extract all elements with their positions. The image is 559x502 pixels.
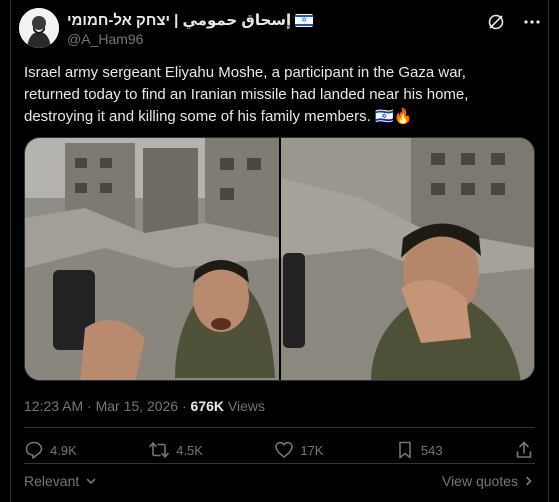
reply-button[interactable]: 4.9K — [24, 440, 77, 460]
media-photo-right[interactable] — [280, 138, 534, 380]
repost-count: 4.5K — [176, 442, 203, 458]
reply-count: 4.9K — [50, 442, 77, 458]
views-count: 676K — [190, 398, 224, 414]
heart-icon — [275, 441, 294, 458]
replies-bar: Relevant View quotes — [24, 473, 534, 489]
reply-icon — [25, 441, 43, 459]
tweet-actions: 4.9K 4.5K 17K 543 — [24, 440, 534, 460]
relevant-label: Relevant — [24, 473, 80, 489]
tweet-text: Israel army sergeant Eliyahu Moshe, a pa… — [24, 64, 469, 125]
bookmark-count: 543 — [420, 442, 443, 458]
bookmark-button[interactable]: 543 — [395, 440, 443, 460]
tweet-meta: 12:23 AM · Mar 15, 2026 · 676K Views — [24, 398, 265, 414]
views-label: Views — [224, 398, 265, 414]
tweet-media[interactable] — [24, 137, 535, 381]
divider-top — [24, 427, 535, 428]
more-options-icon[interactable] — [523, 13, 541, 31]
avatar[interactable] — [19, 8, 59, 48]
grok-icon[interactable] — [487, 13, 505, 31]
relevant-sort-dropdown[interactable]: Relevant — [24, 473, 97, 489]
view-quotes-label: View quotes — [441, 473, 518, 489]
repost-icon — [149, 442, 169, 458]
chevron-down-icon — [86, 478, 96, 485]
author-handle[interactable]: @A_Ham96 — [67, 31, 143, 47]
view-quotes-link[interactable]: View quotes — [442, 473, 534, 489]
israel-flag-icon: ✡ — [295, 13, 314, 27]
author-display-name[interactable]: إسحاق حمومي | יצחק אל-חמומי — [67, 11, 291, 29]
share-icon — [516, 441, 532, 458]
chevron-right-icon — [526, 476, 532, 486]
author-name-row[interactable]: إسحاق حمومي | יצחק אל-חמומי ✡ — [67, 11, 314, 29]
timestamp[interactable]: 12:23 AM · Mar 15, 2026 · — [24, 398, 191, 414]
top-actions — [487, 13, 541, 31]
media-photo-left[interactable] — [25, 138, 279, 380]
like-count: 17K — [300, 442, 324, 458]
like-button[interactable]: 17K — [274, 440, 323, 460]
divider-bottom — [24, 463, 535, 464]
bookmark-icon — [399, 441, 411, 459]
repost-button[interactable]: 4.5K — [148, 440, 203, 460]
share-button[interactable] — [514, 440, 534, 460]
